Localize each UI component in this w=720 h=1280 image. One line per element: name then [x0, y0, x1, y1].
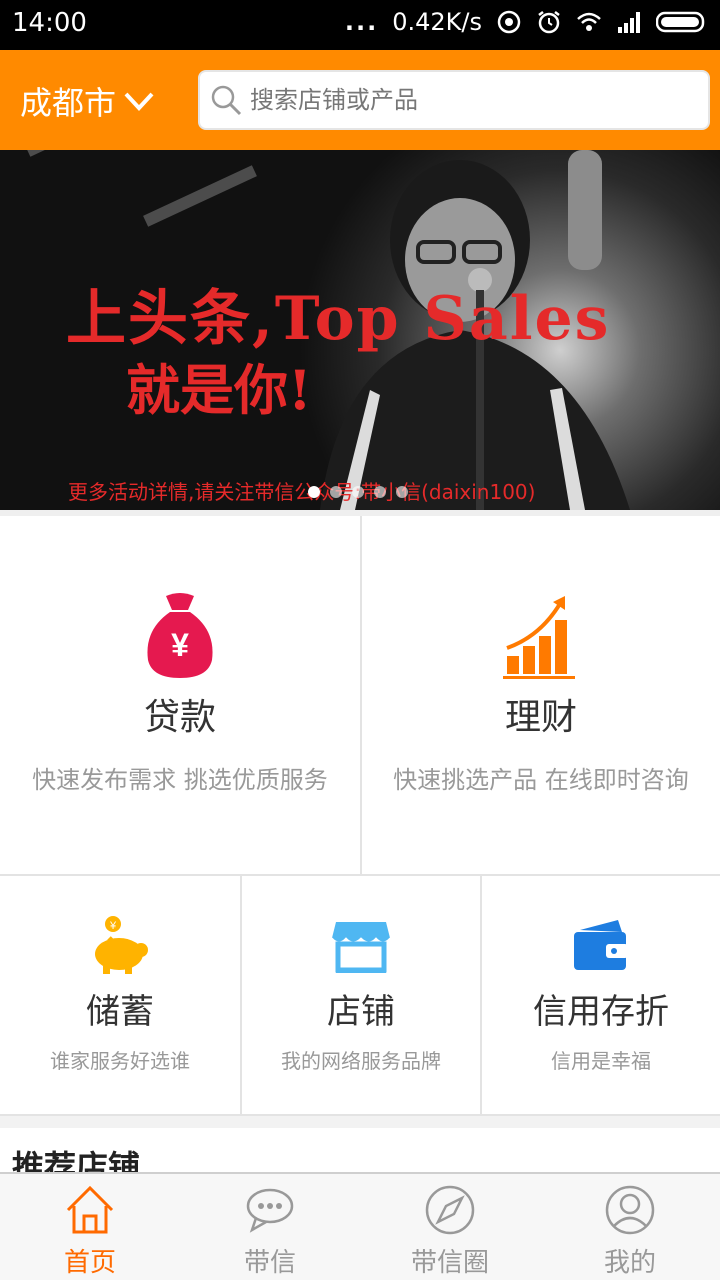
network-speed: 0.42K/s: [392, 8, 482, 36]
search-box[interactable]: [198, 70, 710, 130]
banner-headline: 上头条,Top Sales: [66, 284, 611, 354]
loan-title: 贷款: [143, 697, 216, 738]
feature-grid-large: ¥ 贷款 快速发布需求 挑选优质服务 理财 快速挑选产品 在线即时咨询: [0, 510, 720, 874]
wallet-icon: [574, 920, 628, 970]
tab-mine-label: 我的: [603, 1248, 656, 1278]
svg-text:¥: ¥: [109, 920, 117, 932]
sync-icon: [497, 10, 521, 34]
credit-desc: 信用是幸福: [551, 1049, 651, 1073]
pagination-dot[interactable]: [396, 486, 408, 498]
loan-tile[interactable]: ¥ 贷款 快速发布需求 挑选优质服务: [0, 516, 360, 874]
banner-headline-2: 就是你!: [126, 358, 312, 422]
piggy-bank-icon: ¥: [95, 916, 148, 974]
search-icon: [211, 85, 242, 116]
city-label: 成都市: [20, 84, 117, 122]
status-time: 14:00: [12, 8, 87, 38]
tab-circle[interactable]: 带信圈: [360, 1174, 540, 1280]
savings-title: 储蓄: [86, 992, 154, 1032]
svg-text:¥: ¥: [171, 627, 189, 663]
savings-tile[interactable]: ¥ 储蓄 谁家服务好选谁: [0, 876, 240, 1116]
tab-mine[interactable]: 我的: [540, 1174, 720, 1280]
finance-title: 理财: [504, 697, 577, 738]
chat-icon: [246, 1188, 294, 1233]
light-beam: [22, 150, 158, 157]
home-icon: [66, 1185, 114, 1234]
search-input[interactable]: [250, 86, 690, 114]
banner-footer-text: 更多活动详情,请关注带信公众号:带小信(daixin100): [68, 480, 536, 504]
battery-icon: [656, 11, 705, 33]
savings-desc: 谁家服务好选谁: [50, 1049, 190, 1073]
status-dots: ...: [344, 8, 379, 36]
status-bar: 14:00 ... 0.42K/s: [0, 0, 720, 50]
user-icon: [605, 1185, 655, 1235]
pagination-dot[interactable]: [330, 486, 342, 498]
growth-chart-icon: [503, 596, 575, 679]
banner-pagination[interactable]: [308, 486, 408, 498]
tab-chat-label: 带信: [243, 1248, 296, 1278]
store-desc: 我的网络服务品牌: [281, 1049, 441, 1073]
top-header: 成都市: [0, 50, 720, 150]
wifi-icon: [577, 12, 601, 31]
city-selector[interactable]: 成都市: [20, 78, 156, 124]
credit-title: 信用存折: [533, 992, 669, 1032]
promo-banner[interactable]: 上头条,Top Sales 就是你! 更多活动详情,请关注带信公众号:带小信(d…: [0, 150, 720, 510]
status-icons: ... 0.42K/s: [345, 8, 708, 36]
pagination-dot[interactable]: [308, 486, 320, 498]
store-icon: [331, 922, 391, 973]
chevron-down-icon: [124, 92, 154, 111]
finance-desc: 快速挑选产品 在线即时咨询: [393, 766, 689, 794]
pagination-dot[interactable]: [374, 486, 386, 498]
finance-tile[interactable]: 理财 快速挑选产品 在线即时咨询: [360, 516, 720, 874]
money-bag-icon: ¥: [147, 593, 213, 678]
light-beam: [143, 165, 257, 227]
store-title: 店铺: [327, 992, 395, 1032]
loan-desc: 快速发布需求 挑选优质服务: [32, 766, 328, 794]
pagination-dot[interactable]: [352, 486, 364, 498]
tab-home[interactable]: 首页: [0, 1174, 180, 1280]
tab-circle-label: 带信圈: [410, 1248, 489, 1278]
feature-grid-small: ¥ 储蓄 谁家服务好选谁 店铺 我的网络服务品牌 信用存折 信用是幸福: [0, 874, 720, 1116]
store-tile[interactable]: 店铺 我的网络服务品牌: [240, 876, 480, 1116]
tab-home-label: 首页: [63, 1248, 116, 1278]
alarm-icon: [538, 11, 560, 34]
bottom-tab-bar: 首页 带信 带信圈 我的: [0, 1172, 720, 1280]
signal-icon: [618, 12, 640, 33]
credit-tile[interactable]: 信用存折 信用是幸福: [480, 876, 720, 1116]
compass-icon: [425, 1185, 475, 1235]
tab-chat[interactable]: 带信: [180, 1174, 360, 1280]
